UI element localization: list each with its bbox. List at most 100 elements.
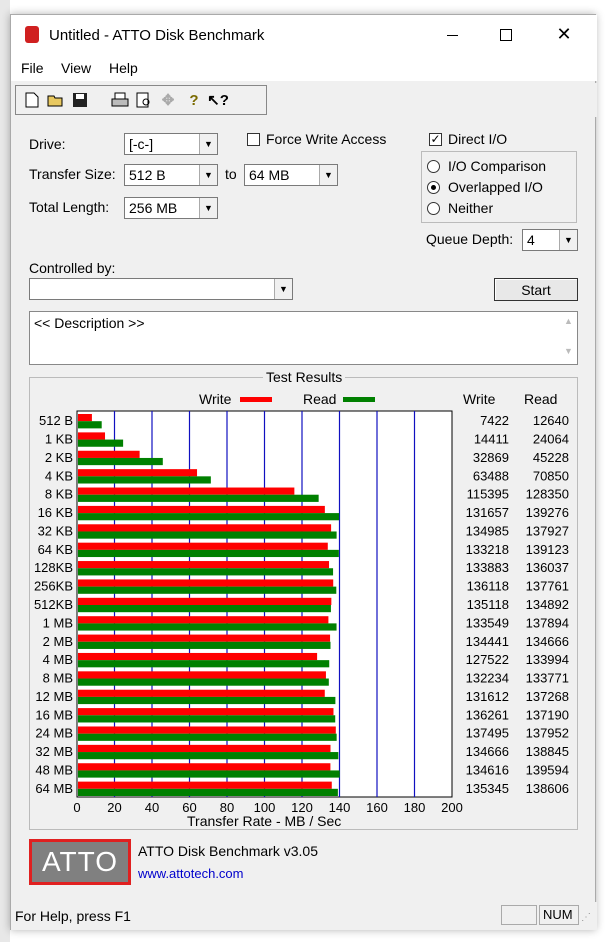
y-tick-label: 512KB [34,597,73,612]
resize-grip-icon[interactable]: ⋰ [581,912,593,924]
read-bar [78,715,336,723]
read-bar [78,439,124,447]
x-tick-label: 20 [107,800,121,815]
write-value-label: 134985 [466,523,509,538]
status-num-indicator: NUM [539,905,579,925]
write-bar [78,505,325,514]
write-value-label: 137495 [466,726,509,741]
status-pane-empty [501,905,537,925]
read-bar [78,623,337,631]
write-value-label: 134666 [466,744,509,759]
read-value-label: 139276 [526,505,569,520]
write-value-label: 32869 [473,450,509,465]
write-value-label: 134441 [466,634,509,649]
read-bar [78,476,211,484]
y-tick-label: 12 MB [35,689,73,704]
read-bar [78,513,340,521]
y-tick-label: 2 MB [43,634,73,649]
x-tick-label: 180 [404,800,426,815]
y-tick-label: 512 B [39,413,73,428]
write-bar [78,432,106,440]
read-bar [78,568,334,576]
y-tick-label: 2 KB [45,450,73,465]
read-value-label: 128350 [526,487,569,502]
read-value-label: 138845 [526,744,569,759]
read-bar [78,696,336,705]
write-value-label: 132234 [466,671,509,686]
write-bar [78,414,92,422]
read-bar [78,770,340,778]
atto-website-link[interactable]: www.attotech.com [138,866,244,881]
y-tick-label: 16 KB [38,505,73,520]
write-bar [78,689,325,697]
x-tick-label: 200 [441,800,463,815]
write-bar [78,652,318,661]
transfer-rate-chart: 0 20 40 60 80 100 120 140 160 180 200512 B 7422 1264… [34,410,569,815]
read-value-label: 24064 [533,432,569,447]
write-bar [78,671,326,679]
x-axis-label: Transfer Rate - MB / Sec [187,813,342,829]
read-value-label: 137927 [526,523,569,538]
write-bar [78,487,295,495]
write-value-label: 133549 [466,615,509,630]
write-bar [78,763,331,771]
write-bar [78,524,332,532]
write-bar [78,561,330,569]
app-window: Untitled - ATTO Disk Benchmark ✕ File Vi… [10,14,597,930]
read-value-label: 133771 [526,671,569,686]
write-bar [78,542,328,550]
y-tick-label: 32 MB [35,744,73,759]
y-tick-label: 4 KB [45,468,73,483]
write-value-label: 136261 [466,707,509,722]
write-value-label: 131612 [466,689,509,704]
status-bar: For Help, press F1 NUM ⋰ [11,902,597,930]
write-bar [78,616,329,624]
version-text: ATTO Disk Benchmark v3.05 [138,843,318,859]
read-value-label: 12640 [533,413,569,428]
read-bar [78,733,337,741]
y-tick-label: 1 KB [45,432,73,447]
read-bar [78,641,331,649]
y-tick-label: 16 MB [35,707,73,722]
y-tick-label: 24 MB [35,726,73,741]
write-value-label: 14411 [474,432,509,447]
x-tick-label: 160 [366,800,388,815]
write-bar [78,634,331,642]
y-tick-label: 8 KB [45,487,73,502]
read-value-label: 137894 [526,615,569,630]
write-bar [78,597,332,605]
write-value-label: 135118 [467,597,509,612]
write-value-label: 133218 [466,542,509,557]
write-bar [78,781,332,789]
y-tick-label: 48 MB [35,762,73,777]
read-value-label: 70850 [533,468,569,483]
write-bar [78,469,198,477]
write-bar [78,708,334,716]
atto-logo: ATTO [29,839,131,885]
write-bar [78,726,336,734]
write-value-label: 127522 [466,652,509,667]
write-value-label: 133883 [466,560,509,575]
write-value-label: 115395 [467,487,509,502]
write-bar [78,450,140,458]
read-bar [78,586,337,594]
write-value-label: 7422 [480,413,509,428]
write-value-label: 63488 [473,468,509,483]
read-bar [78,549,339,558]
write-bar [78,744,331,753]
y-tick-label: 256KB [34,579,73,594]
write-value-label: 135345 [466,781,509,796]
read-value-label: 134666 [526,634,569,649]
read-value-label: 138606 [526,781,569,796]
write-bar [78,579,334,587]
read-bar [78,457,163,466]
write-value-label: 136118 [467,579,509,594]
read-bar [78,788,338,796]
y-tick-label: 64 KB [38,542,73,557]
read-value-label: 137761 [526,579,569,594]
y-tick-label: 4 MB [43,652,73,667]
y-tick-label: 32 KB [38,523,73,538]
read-bar [78,678,329,686]
write-value-label: 131657 [466,505,509,520]
y-tick-label: 8 MB [43,671,73,686]
